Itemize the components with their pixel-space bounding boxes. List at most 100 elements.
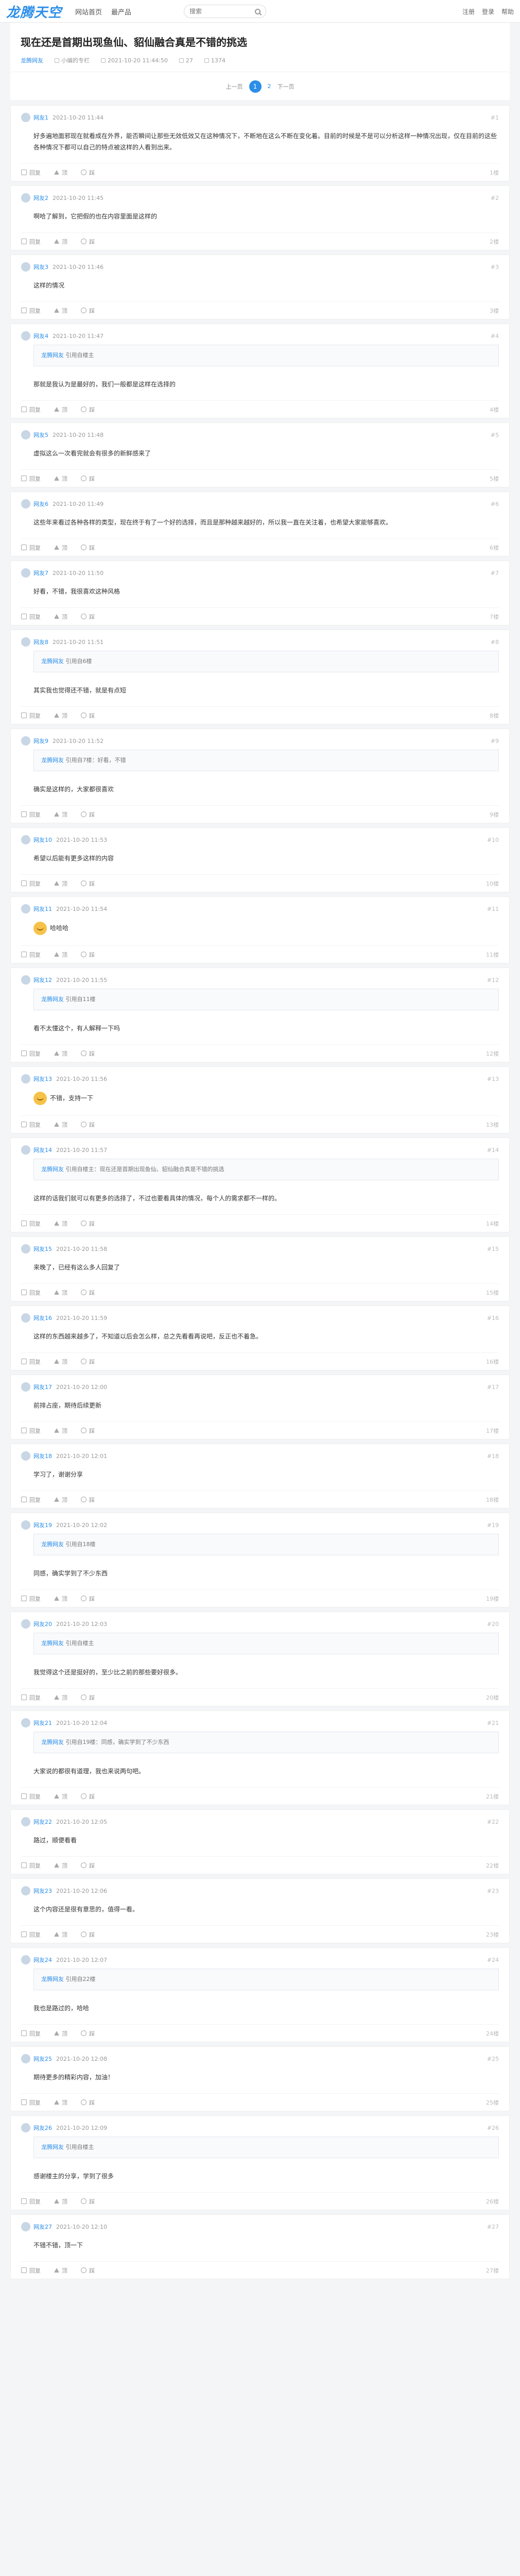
floor-username[interactable]: 网友3 bbox=[33, 263, 48, 271]
reply-button[interactable]: 回复 bbox=[21, 810, 41, 819]
quote-username[interactable]: 龙腾网友 bbox=[41, 352, 64, 359]
upvote-button[interactable]: 顶 bbox=[54, 238, 67, 246]
downvote-button[interactable]: 踩 bbox=[81, 951, 95, 959]
avatar[interactable] bbox=[21, 1382, 30, 1392]
floor-username[interactable]: 网友17 bbox=[33, 1383, 52, 1391]
avatar[interactable] bbox=[21, 1451, 30, 1461]
reply-button[interactable]: 回复 bbox=[21, 544, 41, 552]
downvote-button[interactable]: 踩 bbox=[81, 1121, 95, 1129]
upvote-button[interactable]: 顶 bbox=[54, 544, 67, 552]
thread-author[interactable]: 龙腾网友 bbox=[21, 56, 43, 64]
reply-button[interactable]: 回复 bbox=[21, 1693, 41, 1702]
floor-username[interactable]: 网友16 bbox=[33, 1314, 52, 1322]
upvote-button[interactable]: 顶 bbox=[54, 711, 67, 720]
reply-button[interactable]: 回复 bbox=[21, 1219, 41, 1228]
upvote-button[interactable]: 顶 bbox=[54, 810, 67, 819]
floor-username[interactable]: 网友23 bbox=[33, 1887, 52, 1895]
avatar[interactable] bbox=[21, 2123, 30, 2132]
avatar[interactable] bbox=[21, 1145, 30, 1155]
quote-username[interactable]: 龙腾网友 bbox=[41, 1739, 64, 1745]
floor-username[interactable]: 网友1 bbox=[33, 113, 48, 122]
upvote-button[interactable]: 顶 bbox=[54, 1792, 67, 1801]
avatar[interactable] bbox=[21, 430, 30, 439]
downvote-button[interactable]: 踩 bbox=[81, 238, 95, 246]
avatar[interactable] bbox=[21, 568, 30, 578]
downvote-button[interactable]: 踩 bbox=[81, 1930, 95, 1939]
reply-button[interactable]: 回复 bbox=[21, 307, 41, 315]
upvote-button[interactable]: 顶 bbox=[54, 307, 67, 315]
quote-username[interactable]: 龙腾网友 bbox=[41, 1541, 64, 1548]
quote-username[interactable]: 龙腾网友 bbox=[41, 658, 64, 665]
reply-button[interactable]: 回复 bbox=[21, 2098, 41, 2107]
downvote-button[interactable]: 踩 bbox=[81, 1693, 95, 1702]
upvote-button[interactable]: 顶 bbox=[54, 1121, 67, 1129]
avatar[interactable] bbox=[21, 904, 30, 913]
downvote-button[interactable]: 踩 bbox=[81, 1289, 95, 1297]
reply-button[interactable]: 回复 bbox=[21, 1861, 41, 1870]
avatar[interactable] bbox=[21, 1074, 30, 1083]
avatar[interactable] bbox=[21, 1955, 30, 1964]
avatar[interactable] bbox=[21, 1313, 30, 1323]
avatar[interactable] bbox=[21, 1718, 30, 1727]
reply-button[interactable]: 回复 bbox=[21, 474, 41, 483]
downvote-button[interactable]: 踩 bbox=[81, 405, 95, 414]
avatar[interactable] bbox=[21, 193, 30, 202]
reply-button[interactable]: 回复 bbox=[21, 951, 41, 959]
floor-username[interactable]: 网友7 bbox=[33, 569, 48, 577]
downvote-button[interactable]: 踩 bbox=[81, 474, 95, 483]
site-logo[interactable]: 龙腾天空 bbox=[6, 2, 62, 21]
avatar[interactable] bbox=[21, 2054, 30, 2063]
upvote-button[interactable]: 顶 bbox=[54, 2266, 67, 2275]
avatar[interactable] bbox=[21, 1817, 30, 1826]
floor-username[interactable]: 网友25 bbox=[33, 2055, 52, 2063]
floor-username[interactable]: 网友22 bbox=[33, 1818, 52, 1826]
reply-button[interactable]: 回复 bbox=[21, 1049, 41, 1058]
pager-next[interactable]: 下一页 bbox=[278, 82, 294, 91]
reply-button[interactable]: 回复 bbox=[21, 1427, 41, 1435]
downvote-button[interactable]: 踩 bbox=[81, 711, 95, 720]
upvote-button[interactable]: 顶 bbox=[54, 1427, 67, 1435]
avatar[interactable] bbox=[21, 113, 30, 122]
upvote-button[interactable]: 顶 bbox=[54, 474, 67, 483]
floor-username[interactable]: 网友12 bbox=[33, 976, 52, 984]
floor-username[interactable]: 网友8 bbox=[33, 638, 48, 646]
floor-username[interactable]: 网友18 bbox=[33, 1452, 52, 1460]
avatar[interactable] bbox=[21, 499, 30, 509]
upvote-button[interactable]: 顶 bbox=[54, 405, 67, 414]
floor-username[interactable]: 网友4 bbox=[33, 332, 48, 340]
floor-username[interactable]: 网友27 bbox=[33, 2223, 52, 2231]
downvote-button[interactable]: 踩 bbox=[81, 2197, 95, 2206]
avatar[interactable] bbox=[21, 331, 30, 341]
downvote-button[interactable]: 踩 bbox=[81, 1358, 95, 1366]
reply-button[interactable]: 回复 bbox=[21, 238, 41, 246]
reply-button[interactable]: 回复 bbox=[21, 2197, 41, 2206]
upvote-button[interactable]: 顶 bbox=[54, 1049, 67, 1058]
floor-username[interactable]: 网友26 bbox=[33, 2124, 52, 2132]
floor-username[interactable]: 网友10 bbox=[33, 836, 52, 844]
upvote-button[interactable]: 顶 bbox=[54, 2197, 67, 2206]
avatar[interactable] bbox=[21, 1244, 30, 1253]
floor-username[interactable]: 网友6 bbox=[33, 500, 48, 508]
avatar[interactable] bbox=[21, 262, 30, 272]
avatar[interactable] bbox=[21, 637, 30, 647]
upvote-button[interactable]: 顶 bbox=[54, 1358, 67, 1366]
upvote-button[interactable]: 顶 bbox=[54, 1693, 67, 1702]
pager-current[interactable]: 1 bbox=[249, 80, 262, 93]
reply-button[interactable]: 回复 bbox=[21, 1792, 41, 1801]
downvote-button[interactable]: 踩 bbox=[81, 810, 95, 819]
reply-button[interactable]: 回复 bbox=[21, 405, 41, 414]
quote-username[interactable]: 龙腾网友 bbox=[41, 757, 64, 764]
reply-button[interactable]: 回复 bbox=[21, 1121, 41, 1129]
floor-username[interactable]: 网友11 bbox=[33, 905, 52, 913]
avatar[interactable] bbox=[21, 736, 30, 745]
downvote-button[interactable]: 踩 bbox=[81, 1219, 95, 1228]
upvote-button[interactable]: 顶 bbox=[54, 613, 67, 621]
reply-button[interactable]: 回复 bbox=[21, 1930, 41, 1939]
nav-products[interactable]: 最产品 bbox=[111, 7, 131, 16]
downvote-button[interactable]: 踩 bbox=[81, 2029, 95, 2038]
reply-button[interactable]: 回复 bbox=[21, 2266, 41, 2275]
floor-username[interactable]: 网友24 bbox=[33, 1956, 52, 1964]
avatar[interactable] bbox=[21, 975, 30, 985]
reply-button[interactable]: 回复 bbox=[21, 613, 41, 621]
upvote-button[interactable]: 顶 bbox=[54, 2098, 67, 2107]
